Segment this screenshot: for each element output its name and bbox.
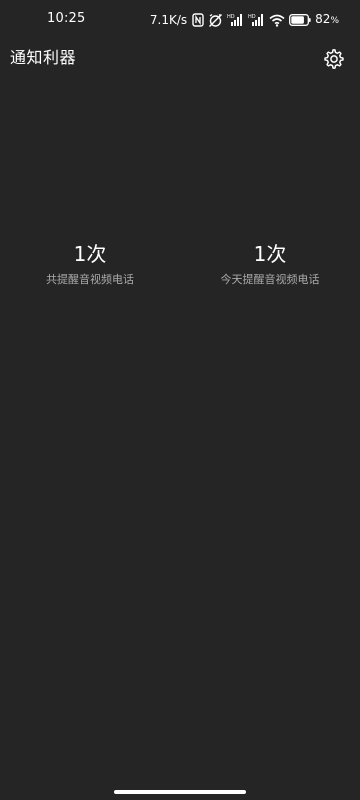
signal-hd-icon: HD: [227, 13, 244, 27]
status-bar: 10:25 7.1K/s HD HD 82%: [0, 0, 360, 38]
status-icons: 7.1K/s HD HD 82%: [150, 11, 339, 29]
svg-text:HD: HD: [248, 14, 256, 20]
wifi-icon: [269, 14, 285, 27]
stat-today-label: 今天提醒音视频电话: [220, 273, 320, 286]
page-title: 通知利器: [10, 48, 77, 67]
battery-percent-value: 82: [315, 12, 331, 26]
stat-total-reminders: 1次 共提醒音视频电话: [0, 240, 180, 288]
settings-button[interactable]: [322, 47, 346, 71]
battery-percent-sign: %: [330, 16, 339, 26]
stat-today-reminders: 1次 今天提醒音视频电话: [180, 240, 360, 288]
network-speed: 7.1K/s: [149, 13, 188, 27]
gear-icon: [323, 48, 345, 70]
home-indicator[interactable]: [114, 790, 246, 794]
stat-today-count: 1次: [253, 242, 287, 266]
status-time: 10:25: [47, 11, 86, 26]
svg-text:HD: HD: [227, 14, 235, 20]
stat-total-count: 1次: [73, 242, 107, 266]
nfc-icon: [192, 13, 204, 27]
battery-icon: [289, 14, 311, 26]
battery-percent: 82%: [315, 11, 339, 29]
stat-total-label: 共提醒音视频电话: [46, 273, 134, 286]
app-bar: 通知利器: [0, 38, 360, 78]
signal-hd-icon-2: HD: [248, 13, 265, 27]
alarm-off-icon: [208, 13, 223, 28]
